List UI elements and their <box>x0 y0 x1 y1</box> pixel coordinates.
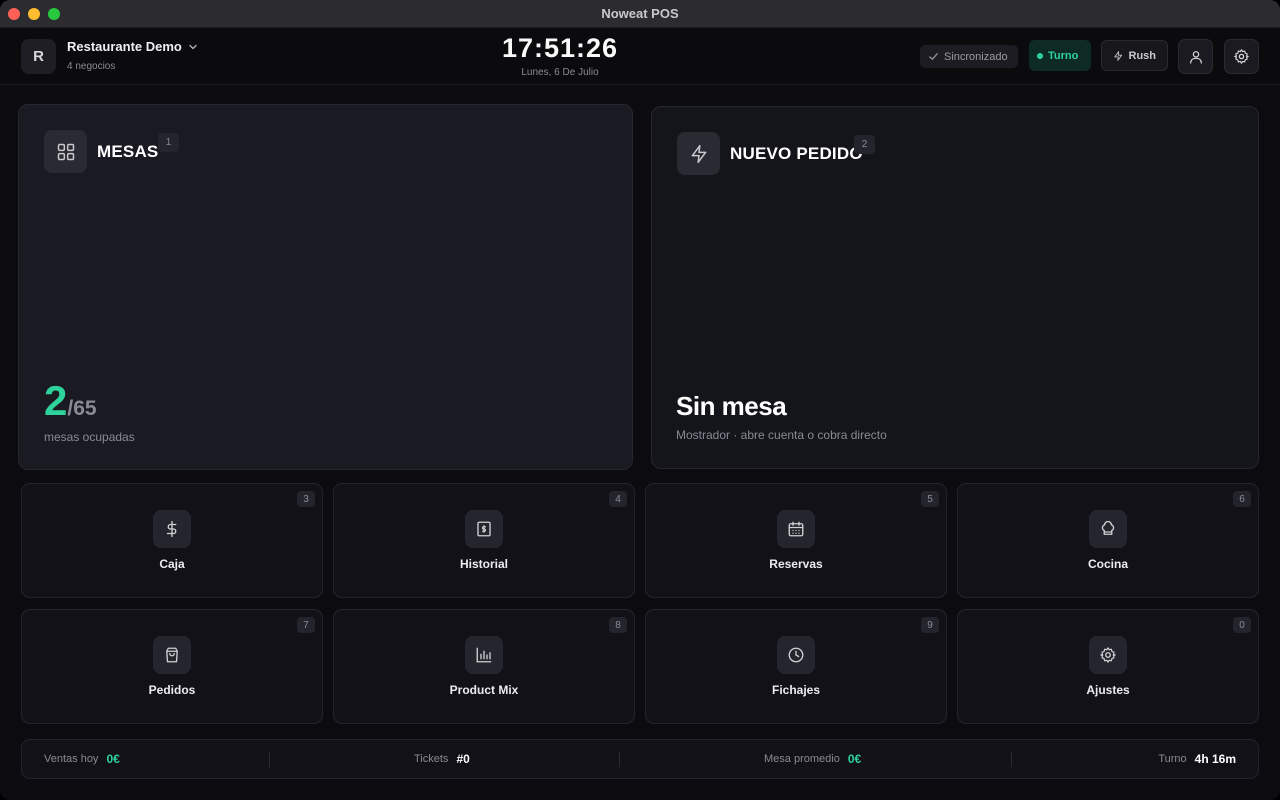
nuevo-pedido-title: NUEVO PEDIDO <box>730 144 863 163</box>
window-title: Noweat POS <box>601 6 679 21</box>
app-header: R Restaurante Demo 4 negocios 17:51:26 L… <box>0 28 1280 85</box>
tile-reservas[interactable]: Reservas 5 <box>645 483 947 598</box>
tile-label: Fichajes <box>771 683 821 697</box>
mesas-caption: mesas ocupadas <box>44 430 135 444</box>
tile-cocina[interactable]: Cocina 6 <box>957 483 1259 598</box>
stat-turno: Turno 4h 16m <box>1158 740 1236 778</box>
user-icon <box>1189 50 1202 64</box>
stat-value: 0€ <box>847 752 862 766</box>
divider <box>1011 752 1012 767</box>
business-count: 4 negocios <box>67 61 116 72</box>
shopping-bag-icon <box>153 636 191 674</box>
check-icon <box>929 53 938 60</box>
sin-mesa-caption: Mostrador · abre cuenta o cobra directo <box>676 428 887 442</box>
stats-bar: Ventas hoy 0€ Tickets #0 Mesa promedio 0… <box>21 739 1259 779</box>
user-button[interactable] <box>1178 39 1213 74</box>
mesas-total: /65 <box>67 397 97 420</box>
tile-label: Product Mix <box>449 683 519 697</box>
bar-chart-icon <box>465 636 503 674</box>
tile-label: Ajustes <box>1086 683 1130 697</box>
app-window: Noweat POS R Restaurante Demo 4 negocios… <box>0 0 1280 800</box>
stat-label: Tickets <box>414 753 449 765</box>
chevron-down-icon <box>189 44 197 49</box>
shortcut-badge: 6 <box>1233 491 1251 507</box>
mesas-occupancy: 2 /65 <box>44 377 97 425</box>
tile-fichajes[interactable]: Fichajes 9 <box>645 609 947 724</box>
gear-icon <box>1089 636 1127 674</box>
turno-button[interactable]: Turno <box>1029 40 1091 71</box>
business-avatar[interactable]: R <box>21 39 56 74</box>
shortcut-badge: 4 <box>609 491 627 507</box>
stat-label: Ventas hoy <box>44 753 99 765</box>
receipt-icon <box>465 510 503 548</box>
mesas-occupied: 2 <box>44 377 68 424</box>
stat-label: Mesa promedio <box>764 753 840 765</box>
tile-label: Cocina <box>1087 557 1128 571</box>
tile-ajustes[interactable]: Ajustes 0 <box>957 609 1259 724</box>
nuevo-pedido-card[interactable]: NUEVO PEDIDO 2 Sin mesa Mostrador · abre… <box>651 106 1259 469</box>
shortcut-badge: 5 <box>921 491 939 507</box>
stat-value: #0 <box>456 752 470 766</box>
grid-icon <box>44 130 87 173</box>
rush-label: Rush <box>1128 49 1157 62</box>
tile-label: Historial <box>459 557 508 571</box>
shortcut-badge: 3 <box>297 491 315 507</box>
dollar-icon <box>153 510 191 548</box>
date: Lunes, 6 De Julio <box>521 67 599 78</box>
divider <box>619 752 620 767</box>
sync-label: Sincronizado <box>944 50 1008 63</box>
stat-mesa-promedio: Mesa promedio 0€ <box>764 740 861 778</box>
shortcut-badge: 1 <box>158 133 179 152</box>
mesas-card[interactable]: MESAS 1 2 /65 mesas ocupadas <box>18 104 633 470</box>
tile-label: Caja <box>159 557 185 571</box>
settings-button[interactable] <box>1224 39 1259 74</box>
sin-mesa-headline: Sin mesa <box>676 391 787 421</box>
clock-icon <box>777 636 815 674</box>
shortcut-badge: 8 <box>609 617 627 633</box>
tile-label: Pedidos <box>148 683 196 697</box>
mesas-title: MESAS <box>97 142 159 161</box>
gear-icon <box>1234 49 1249 64</box>
shortcut-badge: 2 <box>854 135 875 154</box>
stat-value: 0€ <box>106 752 120 766</box>
rush-button[interactable]: Rush <box>1101 40 1168 71</box>
stat-label: Turno <box>1158 753 1187 765</box>
tile-label: Reservas <box>769 557 823 571</box>
stat-value: 4h 16m <box>1194 752 1236 766</box>
business-name: Restaurante Demo <box>67 39 182 54</box>
shortcut-badge: 9 <box>921 617 939 633</box>
tile-pedidos[interactable]: Pedidos 7 <box>21 609 323 724</box>
chef-hat-icon <box>1089 510 1127 548</box>
lightning-icon <box>1114 50 1123 61</box>
tile-historial[interactable]: Historial 4 <box>333 483 635 598</box>
status-dot-icon <box>1037 52 1043 59</box>
shortcut-badge: 0 <box>1233 617 1251 633</box>
clock: 17:51:26 <box>501 33 619 63</box>
divider <box>269 752 270 767</box>
tile-product-mix[interactable]: Product Mix 8 <box>333 609 635 724</box>
tile-caja[interactable]: Caja 3 <box>21 483 323 598</box>
business-selector[interactable]: Restaurante Demo <box>67 39 198 54</box>
turno-label: Turno <box>1048 49 1079 62</box>
shortcut-badge: 7 <box>297 617 315 633</box>
stat-tickets: Tickets #0 <box>414 740 470 778</box>
sync-status-badge: Sincronizado <box>920 45 1018 68</box>
calendar-icon <box>777 510 815 548</box>
stat-ventas: Ventas hoy 0€ <box>44 740 120 778</box>
lightning-icon <box>677 132 720 175</box>
title-bar: Noweat POS <box>0 0 1280 28</box>
